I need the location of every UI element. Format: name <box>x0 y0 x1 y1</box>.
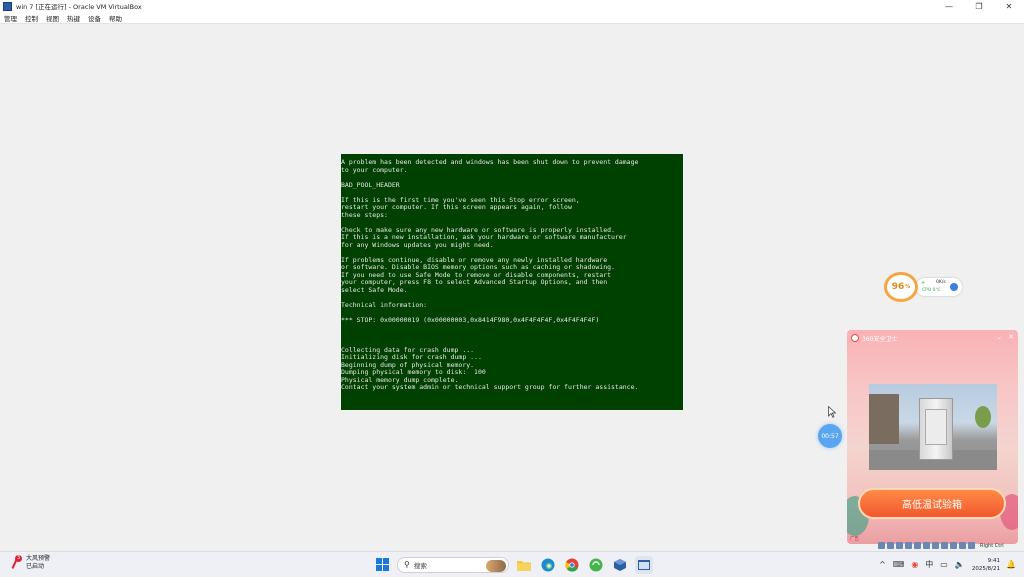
clock[interactable]: 9:41 2025/8/21 <box>972 557 1000 573</box>
close-icon[interactable]: ✕ <box>1008 333 1014 341</box>
ad-cta-button[interactable]: 高低温试验箱 <box>858 488 1006 519</box>
weather-widget[interactable]: 3 大风预警 已启动 <box>10 555 50 571</box>
360-popup-ad: 360安全卫士 ⌄ ✕ 高低温试验箱 广告 <box>847 330 1018 544</box>
usb-icon[interactable] <box>914 542 921 549</box>
file-explorer-icon[interactable] <box>515 556 533 574</box>
360-logo-icon <box>851 334 859 342</box>
weather-title: 大风预警 <box>26 555 51 562</box>
cpu-temp: CPU 0℃ <box>922 288 941 293</box>
photo-tree <box>975 406 991 428</box>
vm-status-bar: Right Ctrl <box>878 541 1024 550</box>
keyboard-icon[interactable] <box>968 542 975 549</box>
window-title-bar: win 7 [正在运行] - Oracle VM VirtualBox — ❐ … <box>0 0 1024 12</box>
menu-hotkeys[interactable]: 热键 <box>67 13 80 23</box>
search-highlight-image <box>486 559 506 572</box>
bsod-text: A problem has been detected and windows … <box>341 158 639 391</box>
windows-logo-icon <box>375 558 389 571</box>
photo-test-chamber <box>919 398 953 460</box>
chrome-browser-icon[interactable] <box>563 556 581 574</box>
show-hidden-icons[interactable]: ^ <box>879 560 886 569</box>
virtualbox-icon <box>3 1 12 11</box>
menu-manage[interactable]: 管理 <box>4 13 17 23</box>
search-icon: ⚲ <box>404 560 410 569</box>
search-placeholder: 搜索 <box>413 561 427 570</box>
blue-screen-error[interactable]: A problem has been detected and windows … <box>341 154 683 410</box>
taskbar-search[interactable]: ⚲ 搜索 <box>397 556 509 573</box>
photo-building <box>869 394 899 444</box>
memory-percent-unit: % <box>905 284 911 290</box>
ad-tag: 广告 <box>850 537 859 542</box>
menu-devices[interactable]: 设备 <box>88 13 101 23</box>
net-speed: 0K/s <box>936 280 946 285</box>
tray-360-icon[interactable]: ◉ <box>911 560 918 569</box>
network-cpu-pill: + 0K/s CPU 0℃ <box>916 278 962 296</box>
360-speed-widget[interactable]: + 0K/s CPU 0℃ 96% <box>884 272 964 302</box>
mouse-pointer-icon <box>828 406 836 418</box>
clock-date: 2025/8/21 <box>971 565 1001 572</box>
weather-subtitle: 已启动 <box>26 563 45 570</box>
menu-bar: 管理 控制 视图 热键 设备 帮助 <box>0 12 1024 24</box>
minimize-button[interactable]: — <box>934 0 964 12</box>
clock-time: 9:41 <box>987 557 1001 564</box>
rocket-icon[interactable] <box>950 283 958 291</box>
shared-folder-icon[interactable] <box>923 542 930 549</box>
mouse-integration-icon[interactable] <box>959 542 966 549</box>
network-status-icon[interactable]: ▭ <box>940 560 948 569</box>
harddisk-icon[interactable] <box>878 542 885 549</box>
maximize-button[interactable]: ❐ <box>964 0 994 12</box>
audio-icon[interactable] <box>896 542 903 549</box>
start-button[interactable] <box>373 556 391 574</box>
notification-bell-icon[interactable]: 🔔 <box>1006 560 1016 569</box>
host-key-label: Right Ctrl <box>980 542 1004 549</box>
recording-icon[interactable] <box>941 542 948 549</box>
photo-chamber-door <box>925 409 947 445</box>
menu-control[interactable]: 控制 <box>25 13 38 23</box>
vm-window-icon[interactable] <box>635 555 653 574</box>
ad-product-image[interactable] <box>869 384 997 470</box>
close-button[interactable]: ✕ <box>994 0 1024 12</box>
keyboard-layout-icon[interactable]: ⌨ <box>893 560 905 569</box>
taskbar: 3 大风预警 已启动 ⚲ 搜索 ^ ⌨ ◉ 中 ▭ 🔈 9:41 2025/8/… <box>0 551 1024 576</box>
memory-usage-ring[interactable]: 96% <box>884 272 918 302</box>
memory-percent: 96 <box>891 282 905 292</box>
menu-view[interactable]: 视图 <box>46 13 59 23</box>
edge-browser-icon[interactable] <box>539 556 557 574</box>
360-security-icon[interactable] <box>587 556 605 574</box>
cpu-indicator-icon[interactable] <box>950 542 957 549</box>
window-controls: — ❐ ✕ <box>934 0 1024 12</box>
virtualbox-taskbar-icon[interactable] <box>611 556 629 574</box>
timer-bubble[interactable]: 00:57 <box>818 424 842 448</box>
popup-header: 360安全卫士 ⌄ ✕ <box>847 330 1018 346</box>
system-tray: ^ ⌨ ◉ 中 ▭ 🔈 9:41 2025/8/21 🔔 <box>879 552 1024 577</box>
weather-alert-icon: 3 <box>10 555 22 570</box>
window-title: win 7 [正在运行] - Oracle VM VirtualBox <box>16 3 142 11</box>
display-icon[interactable] <box>932 542 939 549</box>
menu-help[interactable]: 帮助 <box>109 13 122 23</box>
input-method-icon[interactable]: 中 <box>925 559 933 570</box>
plus-icon: + <box>921 280 926 286</box>
popup-title: 360安全卫士 <box>862 335 898 343</box>
volume-icon[interactable]: 🔈 <box>955 560 965 569</box>
network-icon[interactable] <box>905 542 912 549</box>
taskbar-apps: ⚲ 搜索 <box>373 555 653 574</box>
collapse-icon[interactable]: ⌄ <box>996 333 1002 341</box>
weather-badge: 3 <box>15 555 22 562</box>
optical-drive-icon[interactable] <box>887 542 894 549</box>
